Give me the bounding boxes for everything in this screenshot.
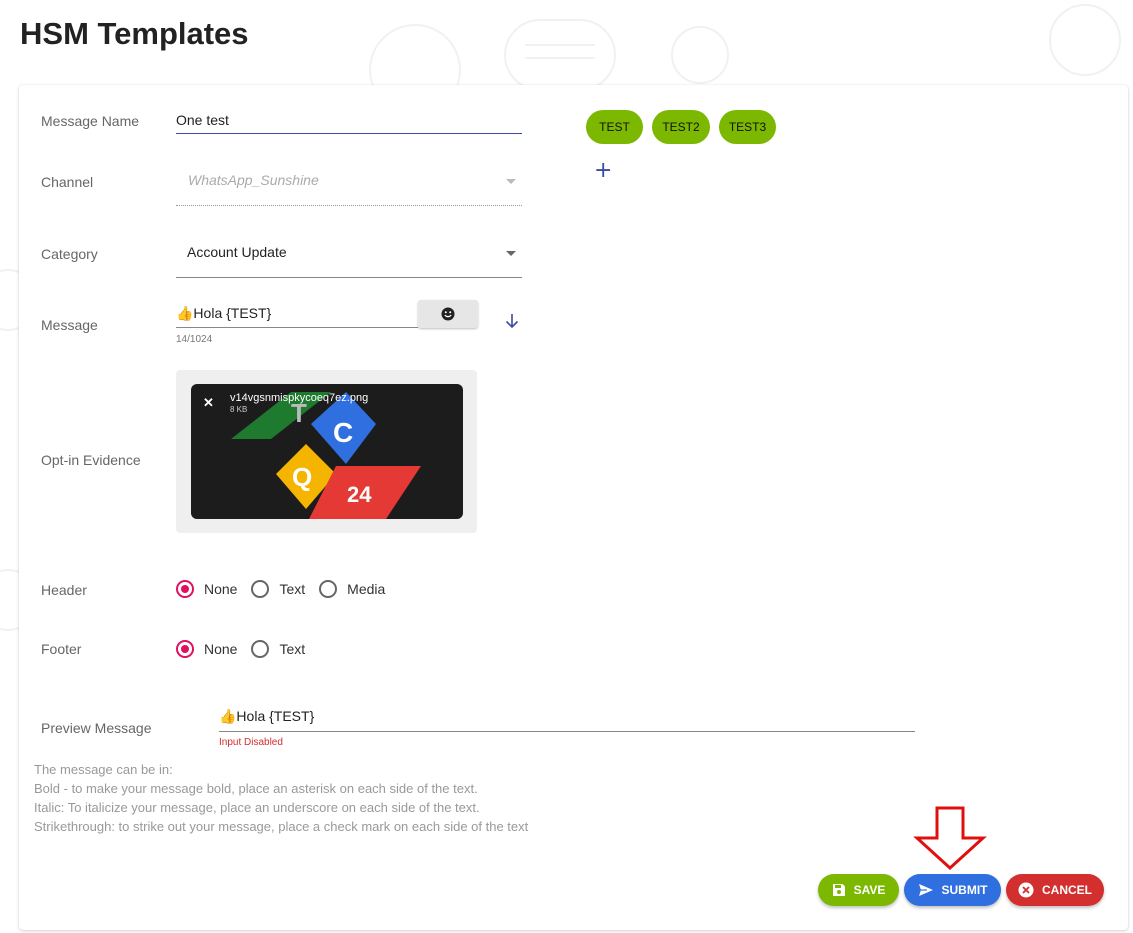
channel-chevron-down-icon: [506, 179, 516, 184]
optin-file-size: 8 KB: [230, 405, 248, 414]
optin-evidence-dropzone[interactable]: T C Q 24 ✕ v14vgsnmispkycoeq7ez.png 8 KB: [176, 370, 477, 533]
message-char-counter: 14/1024: [176, 334, 213, 345]
preview-message-value: 👍Hola {TEST}: [219, 708, 315, 724]
header-radio-group: None Text Media: [176, 580, 399, 598]
category-select[interactable]: Account Update: [176, 244, 522, 278]
optin-evidence-label: Opt-in Evidence: [41, 452, 141, 468]
optin-file-name: v14vgsnmispkycoeq7ez.png: [230, 392, 369, 404]
preview-message-input: 👍Hola {TEST}: [219, 708, 915, 732]
save-button-label: SAVE: [853, 883, 886, 897]
category-label: Category: [41, 246, 98, 262]
message-name-label: Message Name: [41, 113, 140, 129]
save-button[interactable]: SAVE: [818, 874, 899, 906]
page-title: HSM Templates: [20, 16, 249, 51]
emoji-picker-button[interactable]: [418, 300, 478, 328]
cancel-button-label: CANCEL: [1042, 883, 1092, 897]
category-value: Account Update: [187, 244, 287, 260]
floppy-disk-icon: [832, 884, 845, 896]
header-radio-media[interactable]: [319, 580, 338, 598]
footer-label: Footer: [41, 641, 82, 657]
channel-select: WhatsApp_Sunshine: [176, 172, 522, 206]
header-radio-text[interactable]: [251, 580, 270, 598]
arrow-down-icon[interactable]: [504, 313, 520, 329]
message-input[interactable]: 👍Hola {TEST}: [176, 305, 418, 328]
preview-message-label: Preview Message: [41, 720, 152, 736]
logo-letter-q: Q: [292, 462, 312, 492]
header-radio-none-label: None: [204, 581, 238, 597]
channel-value: WhatsApp_Sunshine: [188, 172, 319, 188]
header-radio-text-label: Text: [279, 581, 306, 597]
help-line: Bold - to make your message bold, place …: [34, 781, 478, 796]
preview-disabled-status: Input Disabled: [219, 737, 283, 748]
optin-evidence-preview: T C Q 24 ✕ v14vgsnmispkycoeq7ez.png 8 KB: [191, 384, 463, 519]
message-name-input[interactable]: One test: [176, 112, 522, 134]
formatting-help-text: The message can be in: Bold - to make yo…: [34, 760, 528, 836]
remove-file-close-icon[interactable]: ✕: [203, 396, 217, 410]
logo-letter-c: C: [333, 417, 353, 448]
tag-test3[interactable]: TEST3: [719, 110, 776, 144]
cancel-circle-icon: [1018, 882, 1034, 898]
footer-radio-none-label: None: [204, 641, 238, 657]
header-label: Header: [41, 582, 87, 598]
send-icon: [918, 884, 933, 896]
footer-radio-none[interactable]: [176, 640, 194, 658]
help-line: Strikethrough: to strike out your messag…: [34, 819, 529, 834]
footer-radio-text[interactable]: [251, 640, 270, 658]
message-value: 👍Hola {TEST}: [176, 305, 272, 321]
header-radio-none[interactable]: [176, 580, 194, 598]
footer-radio-group: None Text: [176, 640, 319, 658]
submit-button-label: SUBMIT: [941, 883, 988, 897]
message-name-value: One test: [176, 112, 229, 128]
smiley-icon: [441, 307, 455, 321]
submit-button[interactable]: SUBMIT: [904, 874, 1001, 906]
header-radio-media-label: Media: [347, 581, 386, 597]
help-line: Italic: To italicize your message, place…: [34, 800, 480, 815]
add-tag-plus-icon[interactable]: +: [594, 160, 612, 182]
message-label: Message: [41, 317, 98, 333]
tag-test2[interactable]: TEST2: [652, 110, 710, 144]
help-line: The message can be in:: [34, 762, 173, 777]
cancel-button[interactable]: CANCEL: [1006, 874, 1104, 906]
annotation-arrow-down-icon: [913, 806, 987, 870]
channel-label: Channel: [41, 174, 94, 190]
tag-test[interactable]: TEST: [586, 110, 643, 144]
logo-number-24: 24: [347, 482, 372, 507]
footer-radio-text-label: Text: [279, 641, 306, 657]
category-chevron-down-icon: [506, 251, 516, 256]
